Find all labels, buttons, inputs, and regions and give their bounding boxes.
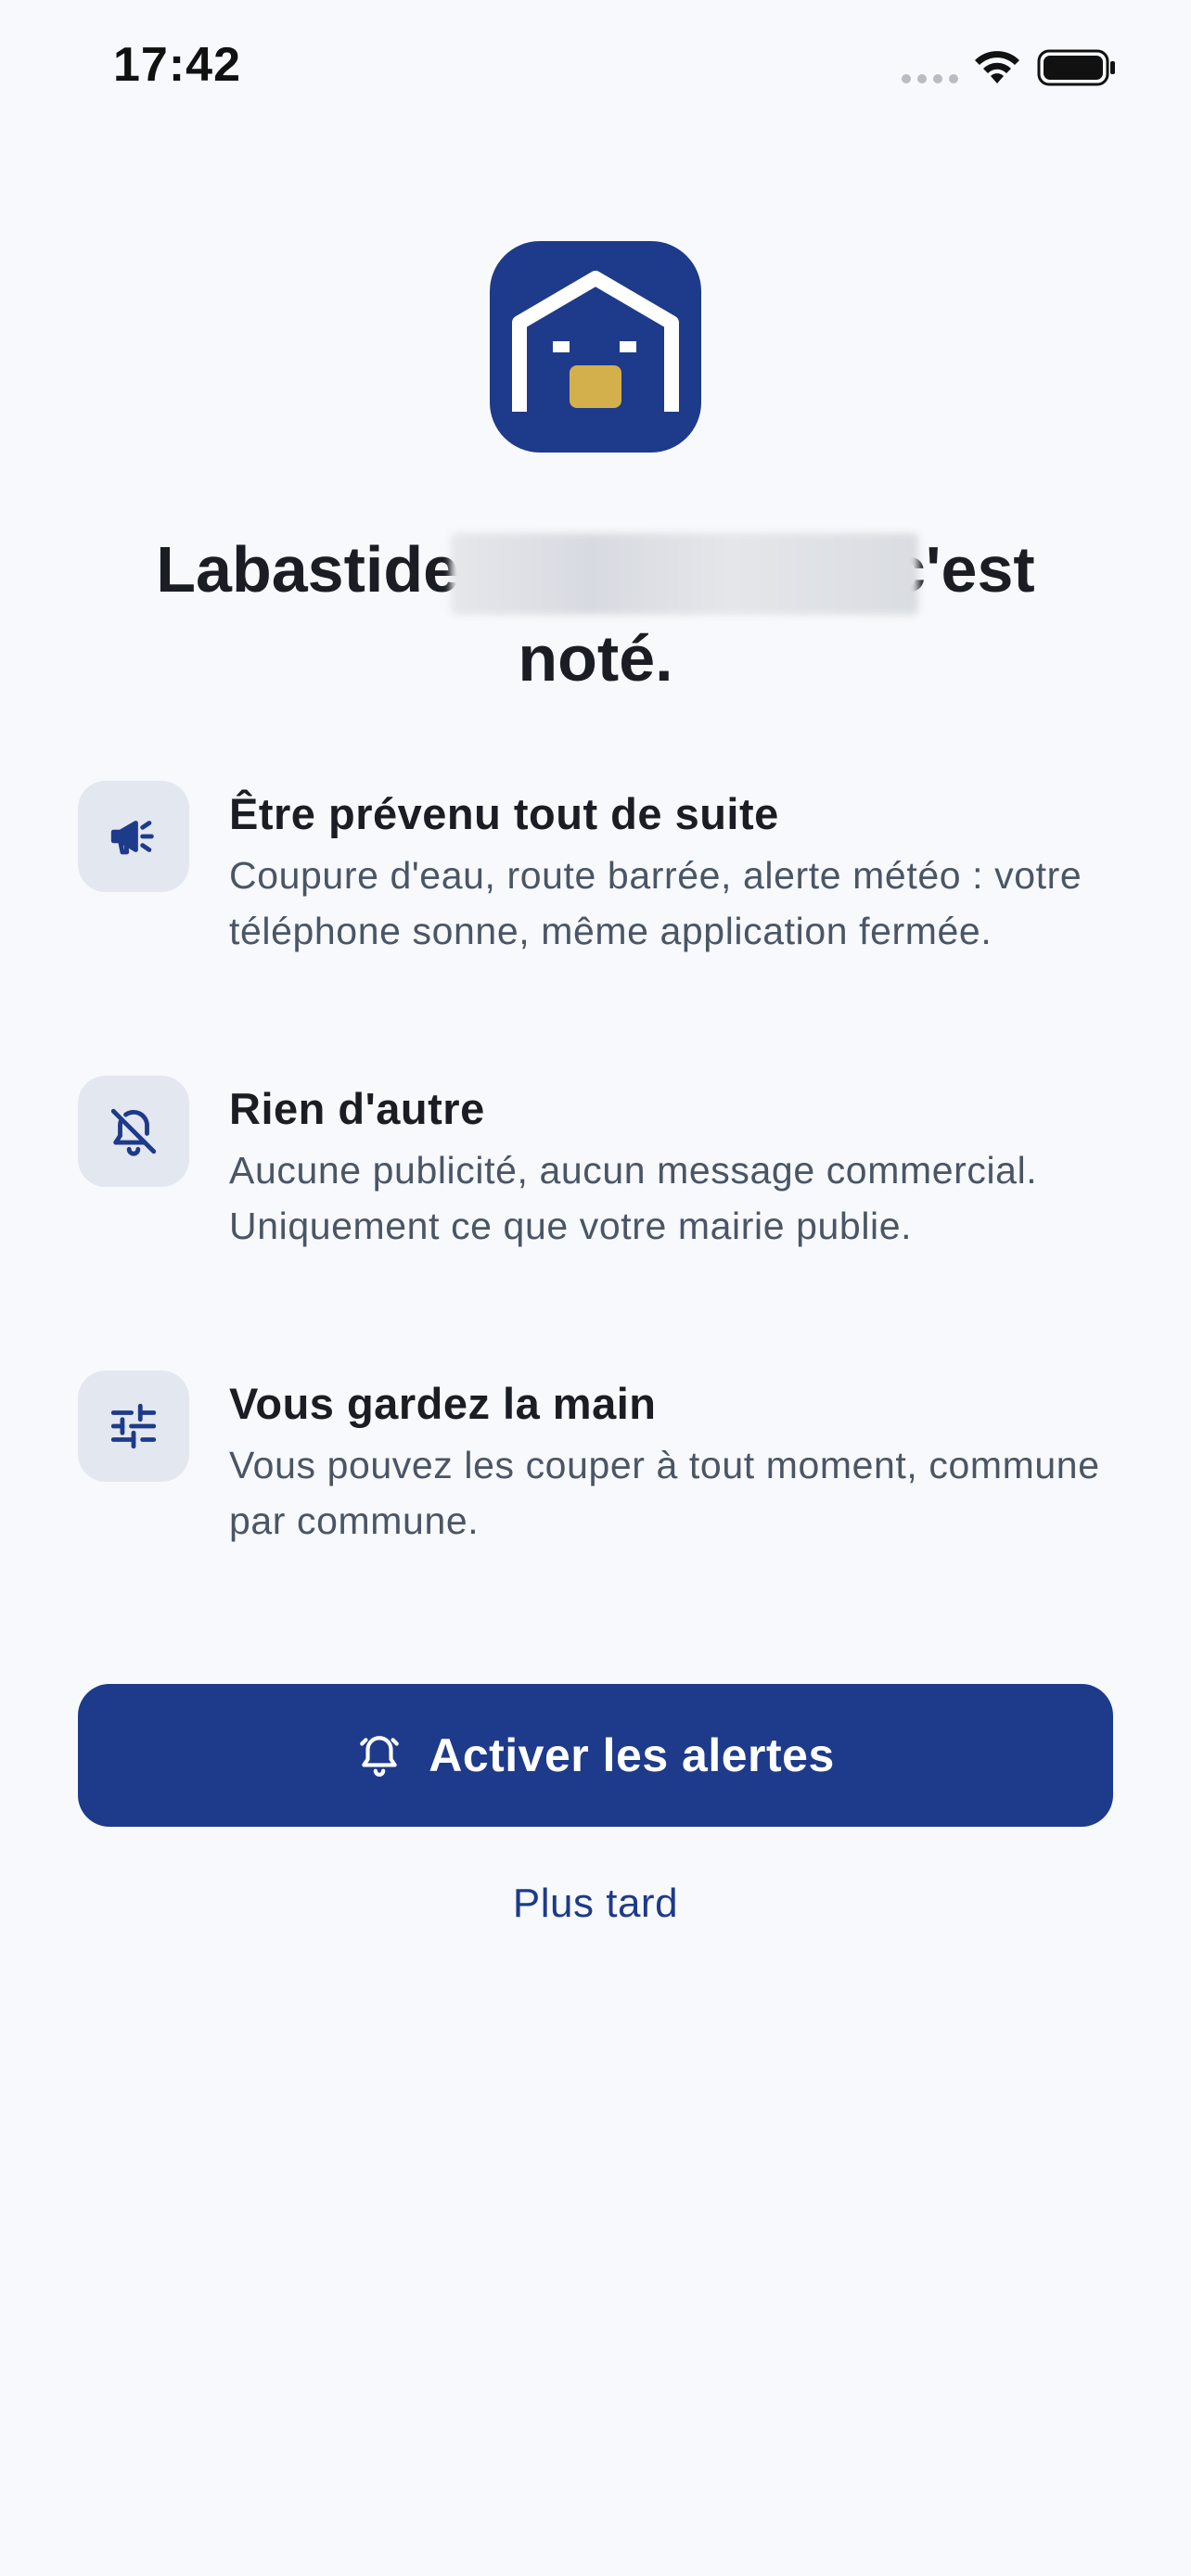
status-time: 17:42 — [113, 38, 241, 92]
feature-icon-tile — [78, 781, 189, 892]
wifi-icon — [975, 51, 1019, 83]
activate-alerts-button[interactable]: Activer les alertes — [78, 1684, 1113, 1827]
house-face-logo-icon — [512, 271, 679, 412]
status-bar: 17:42 — [0, 0, 1191, 139]
feature-title: Rien d'autre — [229, 1084, 485, 1133]
bell-off-icon — [110, 1108, 157, 1156]
later-button[interactable]: Plus tard — [410, 1881, 781, 1927]
feature-description: Coupure d'eau, route barrée, alerte mété… — [229, 854, 1082, 952]
cellular-signal-icon — [902, 74, 958, 83]
sliders-icon — [110, 1403, 157, 1449]
feature-text: Vous gardez la main Vous pouvez les coup… — [229, 1376, 1120, 1549]
onboarding-screen: 17:42 Labastide-d'Armagnac, c'est noté. — [0, 0, 1191, 2576]
feature-title: Vous gardez la main — [229, 1379, 657, 1428]
app-logo — [490, 241, 701, 453]
activate-alerts-label: Activer les alertes — [429, 1729, 835, 1781]
feature-text: Être prévenu tout de suite Coupure d'eau… — [229, 786, 1120, 959]
megaphone-icon — [110, 821, 154, 855]
feature-description: Vous pouvez les couper à tout moment, co… — [229, 1444, 1100, 1542]
battery-icon — [1037, 49, 1115, 86]
feature-icon-tile — [78, 1076, 189, 1187]
bell-ring-icon — [360, 1736, 400, 1777]
redaction-blur — [451, 533, 918, 615]
feature-text: Rien d'autre Aucune publicité, aucun mes… — [229, 1081, 1120, 1254]
feature-title: Être prévenu tout de suite — [229, 789, 779, 838]
feature-description: Aucune publicité, aucun message commerci… — [229, 1149, 1038, 1247]
feature-icon-tile — [78, 1371, 189, 1482]
